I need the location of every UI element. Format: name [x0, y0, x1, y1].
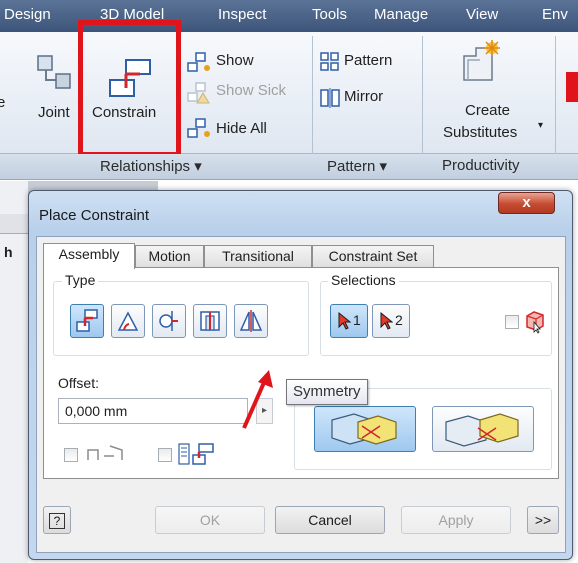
insert-icon	[200, 311, 220, 331]
tab-transitional[interactable]: Transitional	[204, 245, 312, 268]
separator	[422, 36, 423, 154]
browser-toolbar-edge	[0, 214, 28, 234]
more-button[interactable]: >>	[527, 506, 559, 534]
cursor-arrow-icon	[380, 311, 393, 330]
hide-all-icon[interactable]	[187, 118, 211, 143]
dialog-title: Place Constraint	[39, 207, 150, 224]
annotation-arrow-icon	[242, 370, 273, 429]
tab-motion[interactable]: Motion	[135, 245, 204, 268]
show-preview-checkbox[interactable]	[158, 448, 172, 462]
cursor-arrow-icon	[338, 311, 351, 330]
cancel-button[interactable]: Cancel	[275, 506, 385, 534]
help-button[interactable]: ?	[43, 506, 71, 534]
tab-design[interactable]: Design	[4, 6, 51, 23]
offset-label: Offset:	[58, 375, 99, 391]
mirror-button[interactable]: Mirror	[344, 88, 383, 105]
separator	[555, 36, 556, 154]
selection-1-button[interactable]: 1	[330, 304, 368, 338]
pick-part-first-checkbox[interactable]	[505, 315, 519, 329]
limits-icon	[86, 442, 126, 467]
help-icon: ?	[49, 513, 65, 529]
show-button[interactable]: Show	[216, 52, 254, 69]
cut-off-icon	[566, 72, 578, 102]
tab-view[interactable]: View	[466, 6, 498, 23]
mirror-icon[interactable]	[320, 88, 340, 111]
flush-solution-icon	[445, 413, 519, 447]
assembly-tab-page: Type Selections 1 2 Offset: 0,000 mm ▸	[43, 267, 559, 479]
browser-pane-edge	[0, 181, 28, 563]
browser-node-icon: h	[4, 244, 13, 260]
pattern-panel-label[interactable]: Pattern ▾	[327, 157, 387, 175]
type-label: Type	[62, 272, 99, 288]
show-sick-icon	[187, 82, 211, 107]
tab-assembly[interactable]: Assembly	[43, 243, 135, 269]
productivity-panel-label: Productivity	[442, 157, 520, 174]
symmetry-icon	[239, 310, 263, 332]
selection-2-button[interactable]: 2	[372, 304, 410, 338]
show-sick-button: Show Sick	[216, 82, 287, 99]
mate-solution-icon	[331, 413, 397, 445]
tab-inspect[interactable]: Inspect	[218, 6, 266, 23]
limits-checkbox[interactable]	[64, 448, 78, 462]
angle-button[interactable]	[111, 304, 145, 338]
show-preview-icon	[177, 442, 217, 469]
symmetry-button[interactable]	[234, 304, 268, 338]
cut-off-label: e	[0, 94, 6, 111]
place-constraint-dialog: Place Constraint x Assembly Motion Trans…	[28, 190, 573, 560]
pattern-icon[interactable]	[320, 52, 340, 75]
selections-label: Selections	[328, 272, 399, 288]
tab-environments[interactable]: Env	[542, 6, 568, 23]
pattern-button[interactable]: Pattern	[344, 52, 392, 69]
show-icon[interactable]	[187, 52, 211, 77]
apply-button[interactable]: Apply	[401, 506, 511, 534]
tangent-button[interactable]	[152, 304, 186, 338]
flush-solution-button[interactable]	[432, 406, 534, 452]
pick-part-first-icon	[524, 310, 546, 337]
angle-icon	[117, 311, 139, 331]
tab-constraint-set[interactable]: Constraint Set	[312, 245, 434, 268]
joint-button[interactable]: Joint	[38, 104, 70, 121]
create-substitutes-label-1[interactable]: Create	[465, 102, 510, 119]
constrain-highlight-box	[78, 20, 181, 157]
hide-all-button[interactable]: Hide All	[216, 120, 267, 137]
insert-button[interactable]	[193, 304, 227, 338]
chevron-down-icon[interactable]: ▾	[538, 120, 543, 131]
tab-tools[interactable]: Tools	[312, 6, 347, 23]
symmetry-tooltip: Symmetry	[286, 379, 368, 405]
mate-solution-button[interactable]	[314, 406, 416, 452]
create-substitutes-label-2[interactable]: Substitutes	[443, 124, 517, 141]
panel-footer: Relationships ▾ Pattern ▾ Productivity	[0, 154, 578, 180]
ok-button[interactable]: OK	[155, 506, 265, 534]
create-substitutes-icon[interactable]	[458, 40, 502, 87]
tab-manage[interactable]: Manage	[374, 6, 428, 23]
joint-icon[interactable]	[34, 52, 74, 95]
separator	[312, 36, 313, 154]
close-button[interactable]: x	[498, 192, 555, 214]
relationships-panel-label[interactable]: Relationships ▾	[100, 157, 202, 175]
offset-input[interactable]: 0,000 mm	[58, 398, 248, 424]
mate-button[interactable]	[70, 304, 104, 338]
mate-icon	[76, 309, 98, 332]
tangent-icon	[159, 311, 178, 331]
